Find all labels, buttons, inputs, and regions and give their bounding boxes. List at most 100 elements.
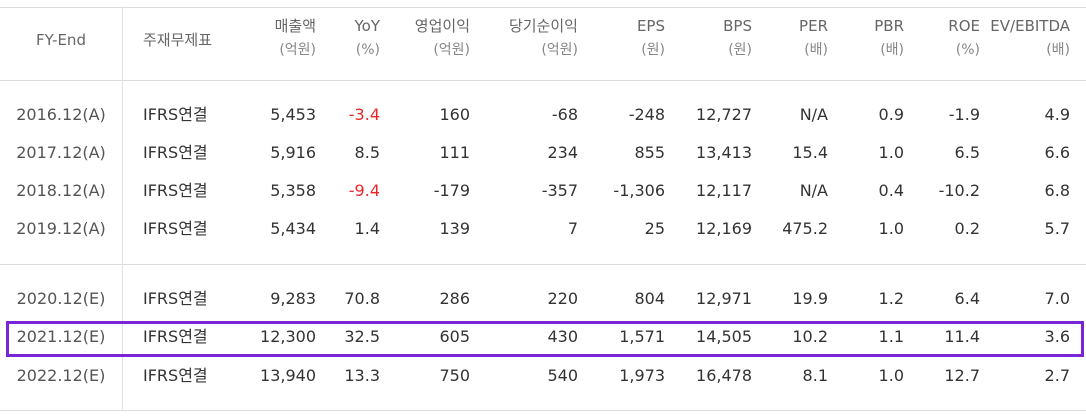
header-ev-ebitda: EV/EBITDA (배) — [990, 17, 1070, 58]
cell-per: 475.2 — [782, 219, 828, 238]
cell-revenue: 12,300 — [260, 327, 316, 346]
cell-pbr: 1.1 — [878, 327, 904, 346]
cell-ev-ebitda: 6.8 — [1044, 181, 1070, 200]
cell-eps: 1,571 — [619, 327, 665, 346]
cell-yoy: 1.4 — [354, 219, 380, 238]
cell-per: 8.1 — [802, 366, 828, 385]
cell-bps: 12,727 — [696, 105, 752, 124]
row-statement: IFRS연결 — [143, 143, 208, 162]
cell-roe: 12.7 — [944, 366, 980, 385]
cell-per: 15.4 — [792, 143, 828, 162]
cell-revenue: 5,916 — [270, 143, 316, 162]
cell-net-income: 220 — [547, 289, 578, 308]
row-date: 2022.12(E) — [16, 366, 106, 385]
cell-roe: 11.4 — [944, 327, 980, 346]
table-bottom-border — [0, 410, 1086, 411]
cell-yoy: 13.3 — [344, 366, 380, 385]
row-date: 2016.12(A) — [16, 105, 106, 124]
section-divider — [0, 264, 1086, 265]
header-revenue: 매출액 (억원) — [274, 17, 316, 58]
row-statement: IFRS연결 — [143, 181, 208, 200]
cell-operating-profit: 160 — [439, 105, 470, 124]
cell-bps: 13,413 — [696, 143, 752, 162]
cell-per: N/A — [799, 105, 828, 124]
cell-net-income: 234 — [547, 143, 578, 162]
header-per: PER (배) — [799, 17, 828, 58]
header-pbr: PBR (배) — [874, 17, 904, 58]
cell-pbr: 0.4 — [878, 181, 904, 200]
cell-net-income: 430 — [547, 327, 578, 346]
cell-operating-profit: 286 — [439, 289, 470, 308]
cell-yoy: 70.8 — [344, 289, 380, 308]
cell-ev-ebitda: 2.7 — [1044, 366, 1070, 385]
cell-yoy: -9.4 — [348, 181, 380, 200]
financial-summary-table: FY-End 주재무제표 매출액 (억원) YoY (%) 영업이익 (억원) 당기순… — [0, 0, 1086, 420]
cell-net-income: -68 — [551, 105, 578, 124]
cell-ev-ebitda: 6.6 — [1044, 143, 1070, 162]
cell-pbr: 1.0 — [878, 143, 904, 162]
cell-bps: 12,117 — [696, 181, 752, 200]
table-row: 2022.12(E) IFRS연결 13,940 13.3 750 540 1,… — [0, 357, 1086, 395]
cell-bps: 12,169 — [696, 219, 752, 238]
cell-operating-profit: 605 — [439, 327, 470, 346]
header-roe: ROE (%) — [948, 17, 980, 58]
cell-revenue: 5,358 — [270, 181, 316, 200]
row-date: 2021.12(E) — [16, 327, 106, 346]
cell-per: 19.9 — [792, 289, 828, 308]
cell-net-income: 540 — [547, 366, 578, 385]
cell-revenue: 9,283 — [270, 289, 316, 308]
cell-revenue: 5,434 — [270, 219, 316, 238]
header-statement: 주재무제표 — [143, 31, 213, 49]
cell-eps: 1,973 — [619, 366, 665, 385]
cell-roe: 6.5 — [954, 143, 980, 162]
cell-per: 10.2 — [792, 327, 828, 346]
cell-ev-ebitda: 5.7 — [1044, 219, 1070, 238]
cell-roe: -1.9 — [948, 105, 980, 124]
header-fy-end: FY-End — [36, 31, 86, 49]
table-row: 2019.12(A) IFRS연결 5,434 1.4 139 7 25 12,… — [0, 210, 1086, 248]
cell-operating-profit: 750 — [439, 366, 470, 385]
row-statement: IFRS연결 — [143, 289, 208, 308]
cell-net-income: 7 — [567, 219, 578, 238]
cell-ev-ebitda: 3.6 — [1044, 327, 1070, 346]
row-statement: IFRS연결 — [143, 366, 208, 385]
cell-ev-ebitda: 7.0 — [1044, 289, 1070, 308]
cell-yoy: 32.5 — [344, 327, 380, 346]
cell-revenue: 5,453 — [270, 105, 316, 124]
row-date: 2019.12(A) — [16, 219, 106, 238]
row-statement: IFRS연결 — [143, 219, 208, 238]
table-row: 2017.12(A) IFRS연결 5,916 8.5 111 234 855 … — [0, 134, 1086, 172]
cell-yoy: -3.4 — [348, 105, 380, 124]
row-date: 2018.12(A) — [16, 181, 106, 200]
cell-pbr: 0.9 — [878, 105, 904, 124]
header-operating-profit: 영업이익 (억원) — [414, 17, 470, 58]
cell-roe: 0.2 — [954, 219, 980, 238]
row-date: 2017.12(A) — [16, 143, 106, 162]
cell-eps: -1,306 — [613, 181, 665, 200]
table-row: 2020.12(E) IFRS연결 9,283 70.8 286 220 804… — [0, 280, 1086, 318]
cell-pbr: 1.0 — [878, 219, 904, 238]
table-top-border — [0, 7, 1086, 8]
table-row: 2016.12(A) IFRS연결 5,453 -3.4 160 -68 -24… — [0, 96, 1086, 134]
cell-eps: 804 — [634, 289, 665, 308]
table-row: 2018.12(A) IFRS연결 5,358 -9.4 -179 -357 -… — [0, 172, 1086, 210]
row-statement: IFRS연결 — [143, 105, 208, 124]
header-yoy: YoY (%) — [354, 17, 380, 58]
cell-net-income: -357 — [541, 181, 578, 200]
row-date: 2020.12(E) — [16, 289, 106, 308]
cell-eps: -248 — [628, 105, 665, 124]
cell-bps: 16,478 — [696, 366, 752, 385]
cell-operating-profit: -179 — [433, 181, 470, 200]
table-row-highlighted: 2021.12(E) IFRS연결 12,300 32.5 605 430 1,… — [0, 318, 1086, 356]
cell-operating-profit: 111 — [439, 143, 470, 162]
cell-operating-profit: 139 — [439, 219, 470, 238]
cell-revenue: 13,940 — [260, 366, 316, 385]
cell-eps: 855 — [634, 143, 665, 162]
cell-pbr: 1.2 — [878, 289, 904, 308]
header-bps: BPS (원) — [723, 17, 752, 58]
cell-yoy: 8.5 — [354, 143, 380, 162]
cell-eps: 25 — [644, 219, 665, 238]
cell-roe: 6.4 — [954, 289, 980, 308]
header-eps: EPS (원) — [636, 17, 665, 58]
header-net-income: 당기순이익 (억원) — [508, 17, 578, 58]
